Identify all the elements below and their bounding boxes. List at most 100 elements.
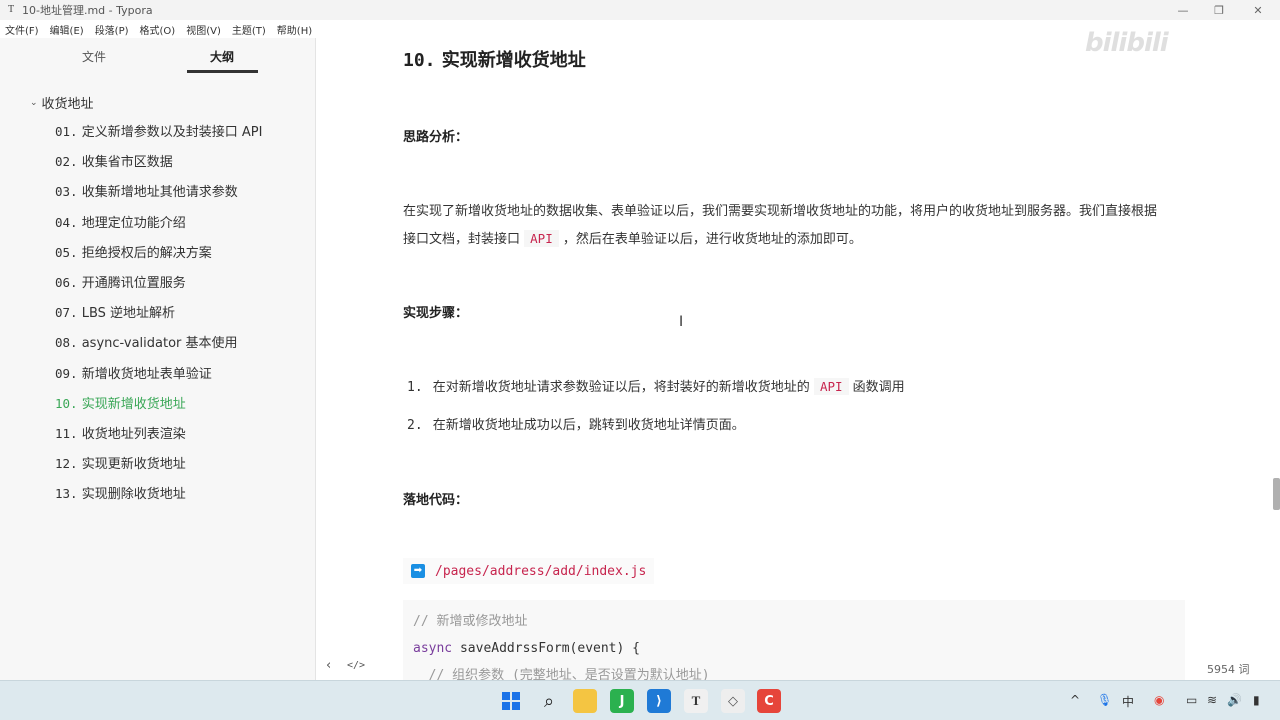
word-count[interactable]: 5954 词 — [1207, 661, 1250, 677]
code-line-rest: saveAddrssForm(event) { — [459, 641, 640, 656]
outline-item-num: 12. — [55, 456, 78, 472]
outline-item-label: 开通腾讯位置服务 — [81, 275, 186, 291]
list-text: 在新增收货地址成功以后，跳转到收货地址详情页面。 — [432, 418, 745, 433]
outline-item-num: 10. — [55, 395, 78, 411]
outline-item-label: 收集省市区数据 — [81, 155, 173, 171]
windows-start-icon[interactable] — [499, 689, 523, 713]
outline-item[interactable]: 07. LBS 逆地址解析 — [55, 303, 262, 333]
outline-list: 01. 定义新增参数以及封装接口 API 02. 收集省市区数据 03. 收集新… — [55, 122, 262, 514]
menu-format[interactable]: 格式(O) — [140, 22, 176, 37]
recorder-icon[interactable]: C — [757, 689, 781, 713]
inline-code: API — [524, 230, 559, 247]
outline-item-label: 实现新增收货地址 — [81, 396, 186, 412]
close-icon: ✕ — [1253, 3, 1263, 17]
source-code-mode-icon[interactable]: </> — [347, 660, 365, 671]
outline-item-label: 地理定位功能介绍 — [81, 215, 186, 231]
outline-item-num: 06. — [55, 274, 78, 290]
display-icon[interactable]: ▭ — [1186, 693, 1197, 707]
sidebar-tabs: 文件 大纲 — [0, 38, 315, 74]
battery-icon[interactable]: ▮ — [1253, 693, 1260, 707]
vscode-icon[interactable]: ⟩ — [647, 689, 671, 713]
page-title: 10. 实现新增收货地址 — [403, 46, 586, 72]
wifi-icon[interactable]: ≋ — [1207, 693, 1217, 707]
close-button[interactable]: ✕ — [1240, 0, 1276, 20]
typora-app-icon: T — [7, 4, 15, 15]
outline-item[interactable]: 11. 收货地址列表渲染 — [55, 424, 262, 454]
menu-file[interactable]: 文件(F) — [5, 22, 39, 37]
outline-item-num: 09. — [55, 365, 78, 381]
menu-view[interactable]: 视图(V) — [186, 22, 221, 37]
app-icon[interactable]: ◇ — [721, 689, 745, 713]
outline-item[interactable]: 04. 地理定位功能介绍 — [55, 213, 262, 243]
code-line: // 新增或修改地址 — [413, 614, 528, 629]
title-bar: T 10-地址管理.md - Typora — ❐ ✕ — [0, 0, 1280, 20]
menu-help[interactable]: 帮助(H) — [277, 22, 312, 37]
input-method-icon[interactable]: 中 — [1122, 693, 1134, 710]
outline-item[interactable]: 09. 新增收货地址表单验证 — [55, 364, 262, 394]
wechat-devtools-icon[interactable]: J — [610, 689, 634, 713]
list-item: 2. 在新增收货地址成功以后，跳转到收货地址详情页面。 — [407, 414, 745, 433]
chevron-left-icon[interactable]: ‹ — [326, 658, 331, 673]
outline-item-label: 新增收货地址表单验证 — [81, 366, 212, 382]
outline-item-label: 收货地址列表渲染 — [81, 426, 186, 442]
outline-item-label: 定义新增参数以及封装接口 API — [81, 125, 263, 140]
outline-item-num: 03. — [55, 184, 78, 200]
paragraph-text: 接口文档，封装接口 — [403, 232, 521, 247]
paragraph-line: 在实现了新增收货地址的数据收集、表单验证以后，我们需要实现新增收货地址的功能，将… — [403, 204, 1158, 219]
maximize-button[interactable]: ❐ — [1201, 0, 1237, 20]
code-block[interactable]: // 新增或修改地址 async saveAddrssForm(event) {… — [403, 600, 1185, 680]
outline-item-label: 收集新增地址其他请求参数 — [81, 185, 238, 201]
file-explorer-icon[interactable] — [573, 689, 597, 713]
outline-item-num: 08. — [55, 335, 78, 351]
tab-files[interactable]: 文件 — [82, 48, 106, 65]
editor-area[interactable]: 10. 实现新增收货地址 思路分析： 在实现了新增收货地址的数据收集、表单验证以… — [317, 38, 1280, 680]
bilibili-watermark: bilibili — [1085, 28, 1169, 58]
outline-item-num: 13. — [55, 486, 78, 502]
active-tab-indicator — [187, 70, 258, 73]
section-heading-steps: 实现步骤： — [403, 306, 469, 321]
paragraph-text: ，然后在表单验证以后，进行收货地址的添加即可。 — [562, 232, 862, 247]
code-line: // 组织参数 (完整地址、是否设置为默认地址) — [413, 668, 710, 680]
menu-theme[interactable]: 主题(T) — [232, 22, 266, 37]
section-heading-code: 落地代码： — [403, 493, 469, 508]
paragraph-line: 接口文档，封装接口 API ，然后在表单验证以后，进行收货地址的添加即可。 — [403, 225, 1193, 253]
volume-icon[interactable]: 🔊 — [1227, 693, 1242, 707]
typora-icon[interactable]: T — [684, 689, 708, 713]
outline-item-num: 01. — [55, 124, 78, 139]
heading-number: 10. — [403, 50, 436, 71]
outline-item-label: 实现删除收货地址 — [81, 487, 186, 503]
sidebar-footer: ‹ </> — [0, 654, 365, 680]
outline-item[interactable]: 05. 拒绝授权后的解决方案 — [55, 243, 262, 273]
minimize-icon: — — [1177, 3, 1189, 17]
outline-item[interactable]: 06. 开通腾讯位置服务 — [55, 273, 262, 303]
chevron-down-icon[interactable]: ⌄ — [30, 98, 38, 108]
minimize-button[interactable]: — — [1165, 0, 1201, 20]
sidebar: 文件 大纲 ⌄ 收货地址 01. 定义新增参数以及封装接口 API 02. 收集… — [0, 38, 316, 680]
outline-item-active[interactable]: 10. 实现新增收货地址 — [55, 394, 262, 424]
outline-item[interactable]: 13. 实现删除收货地址 — [55, 484, 262, 514]
menu-edit[interactable]: 编辑(E) — [50, 22, 84, 37]
microphone-icon[interactable]: 🎙 — [1097, 693, 1112, 707]
list-item: 1. 在对新增收货地址请求参数验证以后，将封装好的新增收货地址的 API 函数调… — [407, 376, 905, 395]
outline-item-num: 07. — [55, 305, 78, 321]
outline-item[interactable]: 02. 收集省市区数据 — [55, 152, 262, 182]
outline-item[interactable]: 01. 定义新增参数以及封装接口 API — [55, 122, 262, 152]
chevron-up-icon[interactable]: ^ — [1070, 693, 1080, 707]
outline-item[interactable]: 03. 收集新增地址其他请求参数 — [55, 182, 262, 212]
scrollbar-thumb[interactable] — [1273, 478, 1280, 510]
outline-item[interactable]: 12. 实现更新收货地址 — [55, 454, 262, 484]
outline-item-label: 实现更新收货地址 — [81, 457, 186, 473]
inline-code: API — [813, 378, 849, 395]
outline-root-item[interactable]: ⌄ 收货地址 — [30, 93, 94, 112]
tab-outline[interactable]: 大纲 — [210, 48, 234, 65]
file-path: /pages/address/add/index.js — [435, 563, 647, 579]
search-icon[interactable]: ⌕ — [537, 689, 561, 713]
outline-item-num: 05. — [55, 244, 78, 260]
outline-item[interactable]: 08. async-validator 基本使用 — [55, 333, 262, 363]
arrow-right-icon: ➡ — [411, 564, 425, 578]
paragraph: 在实现了新增收货地址的数据收集、表单验证以后，我们需要实现新增收货地址的功能，将… — [403, 198, 1193, 253]
outline-item-label: LBS 逆地址解析 — [81, 306, 176, 322]
menu-paragraph[interactable]: 段落(P) — [95, 22, 129, 37]
antivirus-icon[interactable]: ◉ — [1154, 693, 1164, 707]
heading-text: 实现新增收货地址 — [441, 50, 586, 71]
